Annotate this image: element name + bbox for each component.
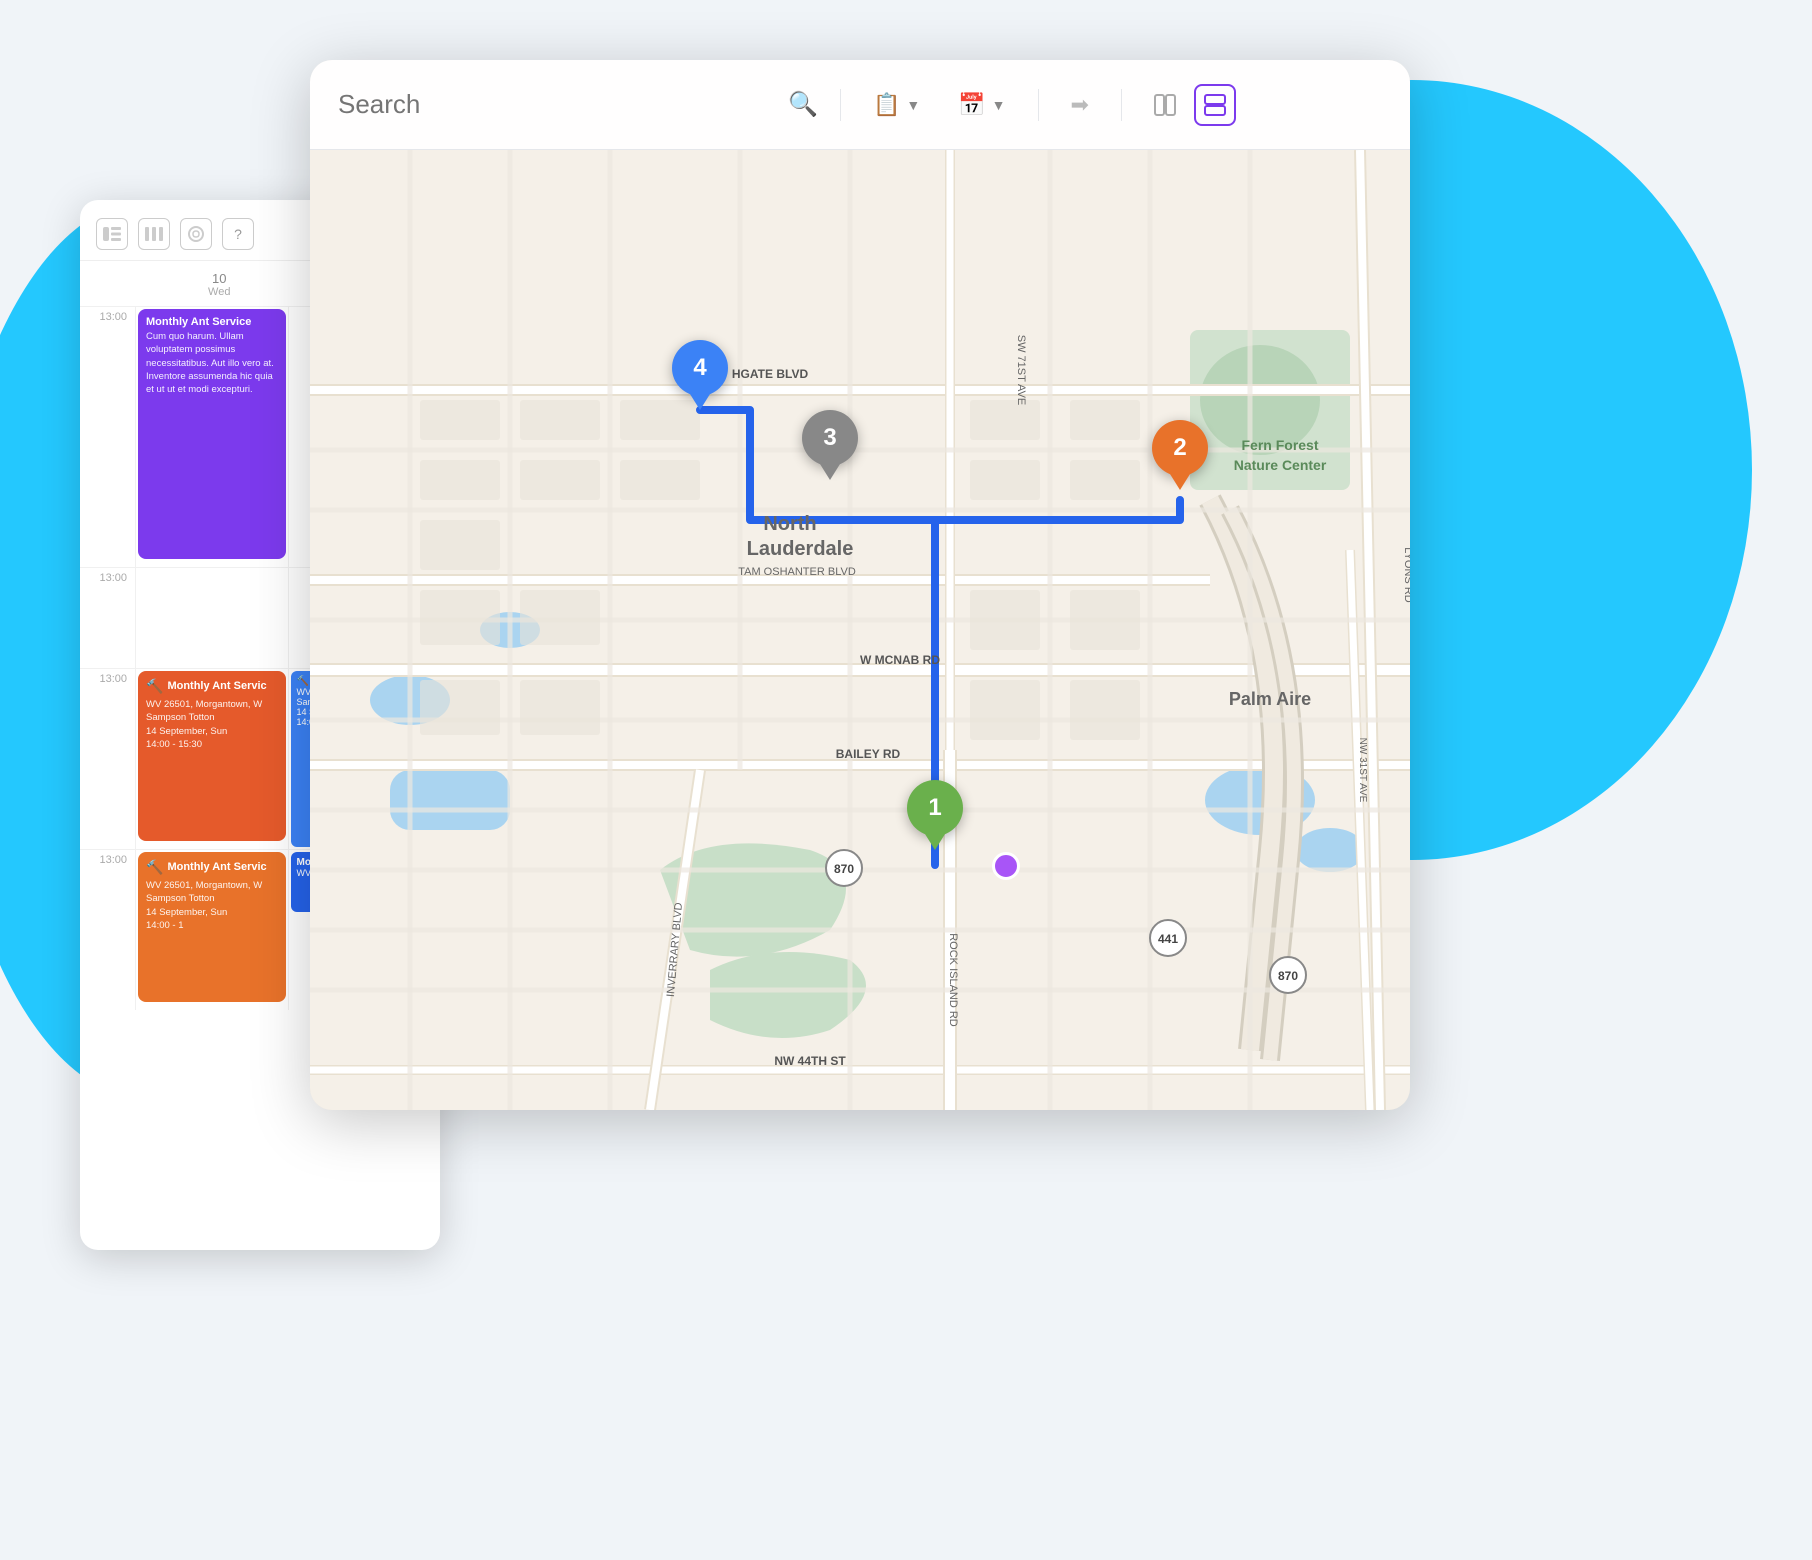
pin-tail-3 — [820, 464, 840, 480]
clipboard-chevron-icon: ▼ — [906, 97, 920, 113]
navigate-icon: ➡ — [1071, 92, 1089, 118]
time-col-wed-1: Monthly Ant Service Cum quo harum. Ullam… — [135, 307, 288, 567]
svg-text:TAM OSHANTER BLVD: TAM OSHANTER BLVD — [738, 566, 856, 578]
event-title-orange: Monthly Ant Servic — [167, 680, 266, 692]
search-icon: 🔍 — [788, 90, 818, 119]
help-icon[interactable]: ? — [222, 218, 254, 250]
split-vertical-icon — [1153, 93, 1177, 117]
svg-text:Palm Aire: Palm Aire — [1229, 689, 1311, 709]
search-box[interactable]: 🔍 — [338, 89, 818, 120]
svg-text:LYONS RD: LYONS RD — [1402, 547, 1410, 602]
time-col-wed-2 — [135, 568, 288, 668]
event-body-orange: WV 26501, Morgantown, WSampson Totton14 … — [146, 698, 278, 751]
map-pin-4[interactable]: 4 — [672, 340, 728, 410]
event-title-purple: Monthly Ant Service — [146, 316, 278, 328]
map-svg: HGATE BLVD SW 71ST AVE TAM OSHANTER BLVD… — [310, 150, 1410, 1110]
pin-circle-1: 1 — [907, 780, 963, 836]
toolbar-sep-3 — [1121, 89, 1122, 121]
event-body-purple: Cum quo harum. Ullam voluptatem possimus… — [146, 330, 278, 396]
calendar-chevron-icon: ▼ — [992, 97, 1006, 113]
clipboard-button[interactable]: 📋 ▼ — [863, 86, 930, 124]
toolbar-right — [1144, 84, 1236, 126]
time-col-wed-3: 🔨 Monthly Ant Servic WV 26501, Morgantow… — [135, 669, 288, 849]
svg-text:NW 44TH ST: NW 44TH ST — [774, 1054, 846, 1068]
svg-text:North: North — [763, 513, 816, 535]
time-label-1300-2: 13:00 — [80, 568, 135, 584]
time-label-1300: 13:00 — [80, 307, 135, 323]
event-card-orange[interactable]: 🔨 Monthly Ant Servic WV 26501, Morgantow… — [138, 671, 286, 841]
map-toolbar: 🔍 📋 ▼ 📅 ▼ ➡ — [310, 60, 1410, 150]
time-col-wed-4: 🔨 Monthly Ant Servic WV 26501, Morgantow… — [135, 850, 288, 1010]
event-card-purple[interactable]: Monthly Ant Service Cum quo harum. Ullam… — [138, 309, 286, 559]
map-content[interactable]: HGATE BLVD SW 71ST AVE TAM OSHANTER BLVD… — [310, 150, 1410, 1110]
svg-text:SW 71ST AVE: SW 71ST AVE — [1015, 335, 1027, 406]
pin-tail-1 — [925, 834, 945, 850]
pin-tail-2 — [1170, 474, 1190, 490]
svg-text:ROCK ISLAND RD: ROCK ISLAND RD — [947, 933, 959, 1027]
svg-text:HGATE BLVD: HGATE BLVD — [732, 367, 809, 381]
cal-day-num-wed: 10 — [151, 271, 288, 286]
pin-circle-2: 2 — [1152, 420, 1208, 476]
svg-text:870: 870 — [834, 862, 854, 876]
svg-text:441: 441 — [1158, 932, 1178, 946]
map-pin-1[interactable]: 1 — [907, 780, 963, 850]
time-label-1300-4: 13:00 — [80, 850, 135, 866]
pin-circle-4: 4 — [672, 340, 728, 396]
pin-circle-3: 3 — [802, 410, 858, 466]
svg-text:870: 870 — [1278, 969, 1298, 983]
map-panel: 🔍 📋 ▼ 📅 ▼ ➡ — [310, 60, 1410, 1110]
toolbar-sep-2 — [1038, 89, 1039, 121]
split-vertical-button[interactable] — [1144, 84, 1186, 126]
split-horizontal-button[interactable] — [1194, 84, 1236, 126]
svg-text:BAILEY RD: BAILEY RD — [836, 747, 901, 761]
map-pin-3[interactable]: 3 — [802, 410, 858, 480]
split-horizontal-icon — [1203, 93, 1227, 117]
svg-text:Fern Forest: Fern Forest — [1241, 437, 1318, 453]
event-title-orange2: Monthly Ant Servic — [167, 861, 266, 873]
calendar-icon: 📅 — [958, 92, 985, 118]
search-input[interactable] — [338, 89, 780, 120]
sidebar-toggle-icon[interactable] — [96, 218, 128, 250]
svg-text:W MCNAB RD: W MCNAB RD — [860, 653, 940, 667]
sync-icon[interactable] — [180, 218, 212, 250]
event-body-orange2: WV 26501, Morgantown, WSampson Totton14 … — [146, 879, 278, 932]
small-location-dot — [992, 852, 1020, 880]
cal-day-label-wed: Wed — [151, 286, 288, 298]
map-pin-2[interactable]: 2 — [1152, 420, 1208, 490]
event-card-orange2[interactable]: 🔨 Monthly Ant Servic WV 26501, Morgantow… — [138, 852, 286, 1002]
columns-icon[interactable] — [138, 218, 170, 250]
svg-text:NW 31ST AVE: NW 31ST AVE — [1357, 738, 1368, 803]
time-label-1300-3: 13:00 — [80, 669, 135, 685]
calendar-button[interactable]: 📅 ▼ — [948, 86, 1015, 124]
map-background[interactable]: HGATE BLVD SW 71ST AVE TAM OSHANTER BLVD… — [310, 150, 1410, 1110]
svg-text:Nature Center: Nature Center — [1234, 457, 1327, 473]
navigate-button[interactable]: ➡ — [1061, 86, 1099, 124]
svg-text:Lauderdale: Lauderdale — [747, 538, 854, 560]
toolbar-sep-1 — [840, 89, 841, 121]
pin-tail-4 — [690, 394, 710, 410]
cal-day-wed: 10 Wed — [151, 271, 288, 298]
clipboard-icon: 📋 — [873, 92, 900, 118]
